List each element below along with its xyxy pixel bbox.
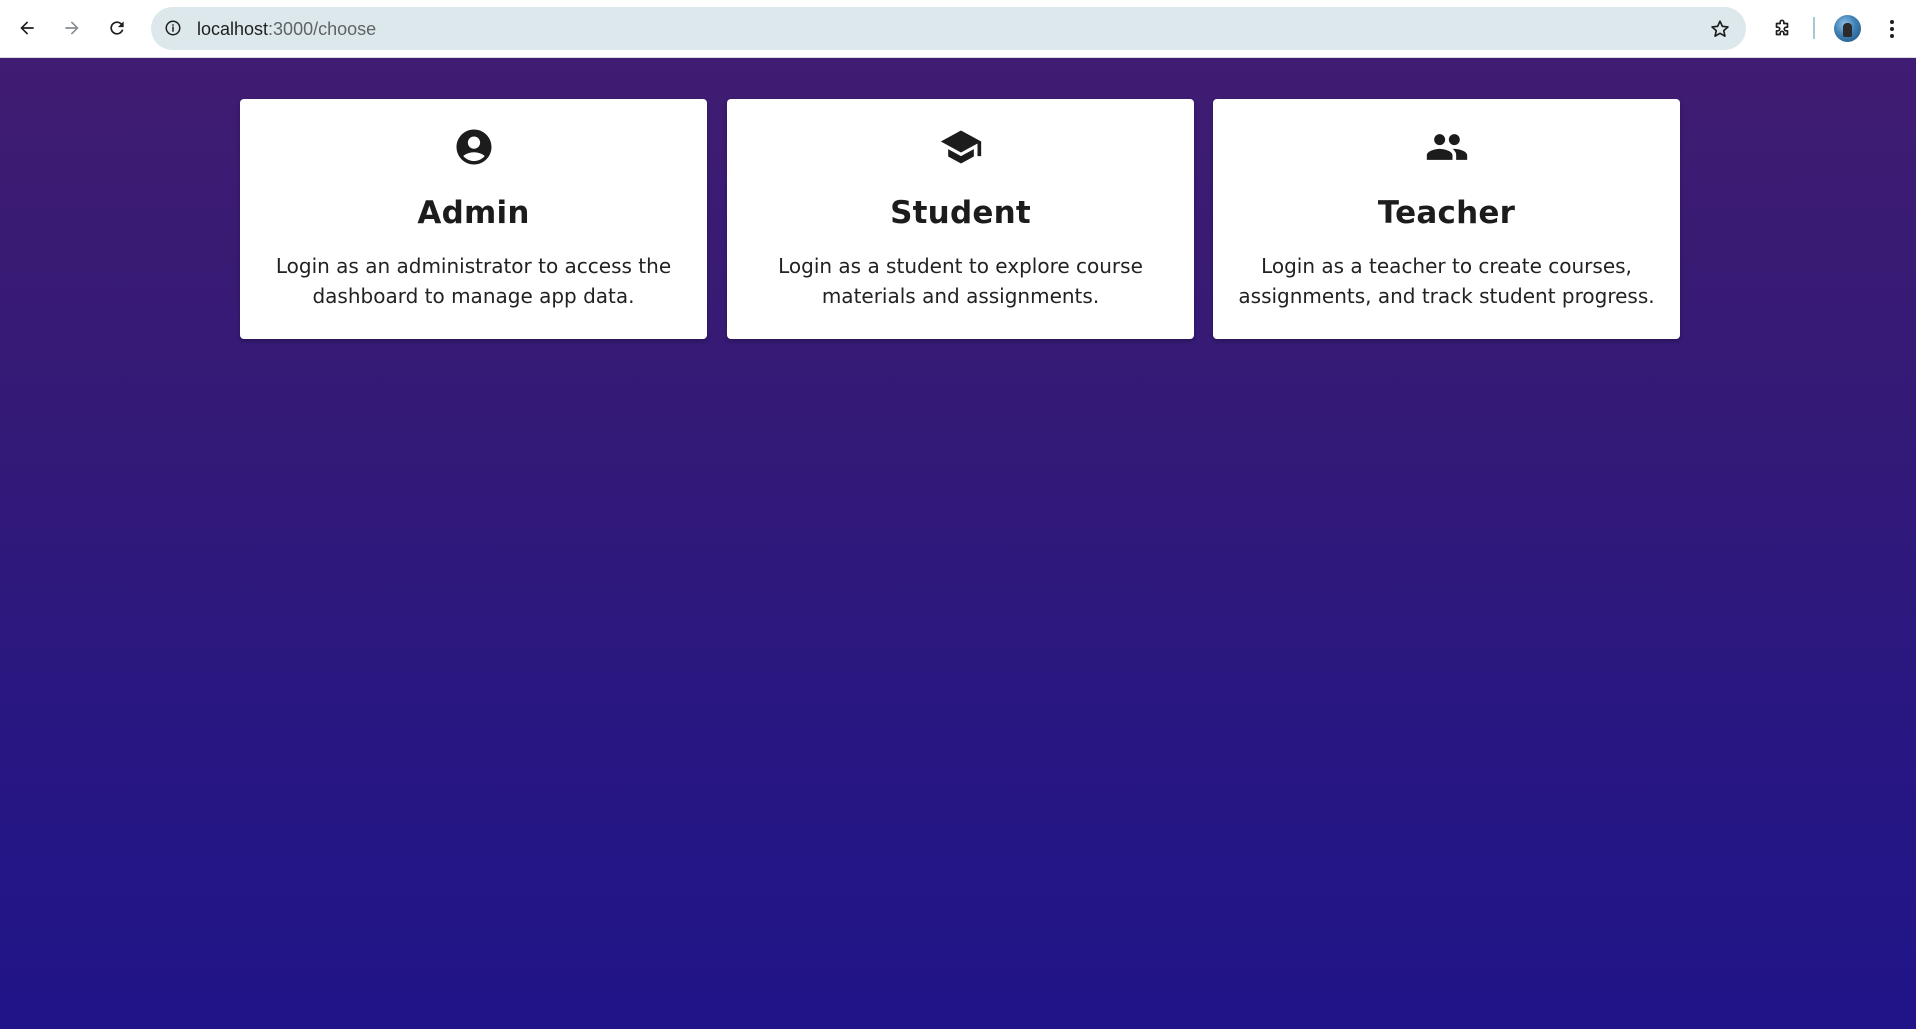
graduation-cap-icon [939, 125, 983, 169]
page-background: Admin Login as an administrator to acces… [0, 58, 1916, 1029]
back-button[interactable] [11, 12, 43, 44]
browser-menu-button[interactable] [1880, 13, 1904, 45]
arrow-right-icon [65, 21, 79, 35]
forward-button[interactable] [56, 12, 88, 44]
student-card-description: Login as a student to explore course mat… [778, 254, 1143, 308]
teacher-card-description: Login as a teacher to create courses, as… [1238, 254, 1655, 308]
url-host: localhost [197, 19, 269, 39]
reload-icon [110, 21, 124, 35]
arrow-left-icon [20, 21, 34, 35]
admin-card[interactable]: Admin Login as an administrator to acces… [240, 99, 707, 339]
profile-avatar[interactable] [1834, 15, 1861, 42]
site-info-button[interactable] [160, 15, 186, 41]
puzzle-icon [1775, 19, 1789, 36]
teacher-card-title: Teacher [1377, 195, 1516, 231]
account-circle-icon [452, 125, 496, 169]
avatar-figure [1843, 23, 1852, 37]
people-icon [1425, 125, 1469, 169]
admin-card-title: Admin [417, 195, 530, 231]
role-cards: Admin Login as an administrator to acces… [240, 99, 1680, 339]
kebab-menu-icon [1890, 20, 1894, 38]
info-circle-icon [165, 20, 181, 36]
address-bar[interactable]: localhost:3000/choose [151, 7, 1746, 50]
student-card[interactable]: Student Login as a student to explore co… [727, 99, 1194, 339]
star-icon [1711, 20, 1729, 37]
bookmark-button[interactable] [1706, 15, 1734, 43]
admin-card-description: Login as an administrator to access the … [275, 254, 672, 308]
student-card-title: Student [890, 195, 1031, 231]
toolbar-separator [1813, 17, 1815, 39]
url-path: :3000/choose [268, 19, 377, 39]
url-text[interactable]: localhost:3000/choose [197, 19, 376, 40]
teacher-card[interactable]: Teacher Login as a teacher to create cou… [1213, 99, 1680, 339]
reload-button[interactable] [101, 12, 133, 44]
browser-toolbar: localhost:3000/choose [0, 0, 1916, 58]
extensions-button[interactable] [1766, 13, 1798, 45]
